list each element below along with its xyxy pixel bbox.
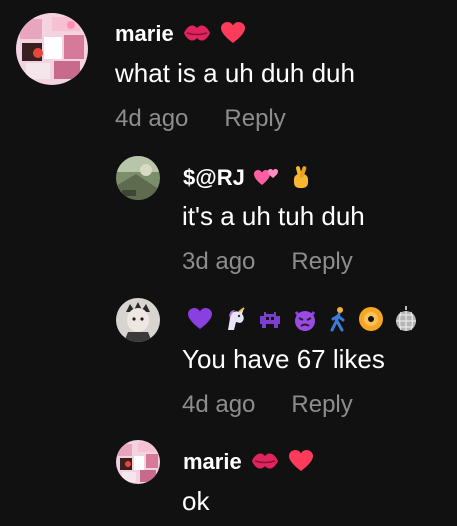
heart-icon: [288, 449, 314, 477]
comment-text: it's a uh tuh duh: [182, 201, 365, 231]
reply-button[interactable]: Reply: [291, 391, 352, 418]
avatar[interactable]: [116, 440, 160, 484]
reply-button[interactable]: Reply: [291, 248, 352, 275]
avatar[interactable]: [16, 13, 88, 85]
disco-ball-icon: [393, 306, 419, 332]
comment-text: what is a uh duh duh: [115, 58, 355, 88]
reply-button[interactable]: Reply: [224, 105, 285, 132]
badge-row: [187, 306, 419, 332]
comment-username[interactable]: marie: [115, 21, 246, 49]
kiss-mark-icon: [182, 22, 212, 48]
avatar[interactable]: [116, 298, 160, 342]
timestamp: 4d ago: [115, 105, 189, 132]
purple-heart-icon: [187, 307, 213, 331]
heart-icon: [220, 21, 246, 49]
comment-text: ok: [182, 486, 210, 516]
avatar[interactable]: [116, 156, 160, 200]
timestamp: 3d ago: [182, 248, 256, 275]
alien-monster-icon: [257, 308, 283, 330]
angry-devil-icon: [292, 306, 318, 332]
dvd-icon: [358, 306, 384, 332]
two-hearts-icon: [253, 165, 281, 193]
comment-username[interactable]: $@RJ: [183, 164, 313, 194]
comment-meta: 4d ago Reply: [115, 107, 286, 131]
unicorn-icon: [222, 306, 248, 332]
comment-username[interactable]: marie: [183, 449, 314, 477]
comment-meta: 4d ago Reply: [182, 393, 353, 417]
kiss-mark-icon: [250, 450, 280, 476]
timestamp: 4d ago: [182, 391, 256, 418]
comment-meta: 3d ago Reply: [182, 250, 353, 274]
comment-text: You have 67 likes: [182, 344, 385, 374]
person-walking-icon: [327, 306, 349, 332]
crossed-fingers-icon: [289, 164, 313, 194]
